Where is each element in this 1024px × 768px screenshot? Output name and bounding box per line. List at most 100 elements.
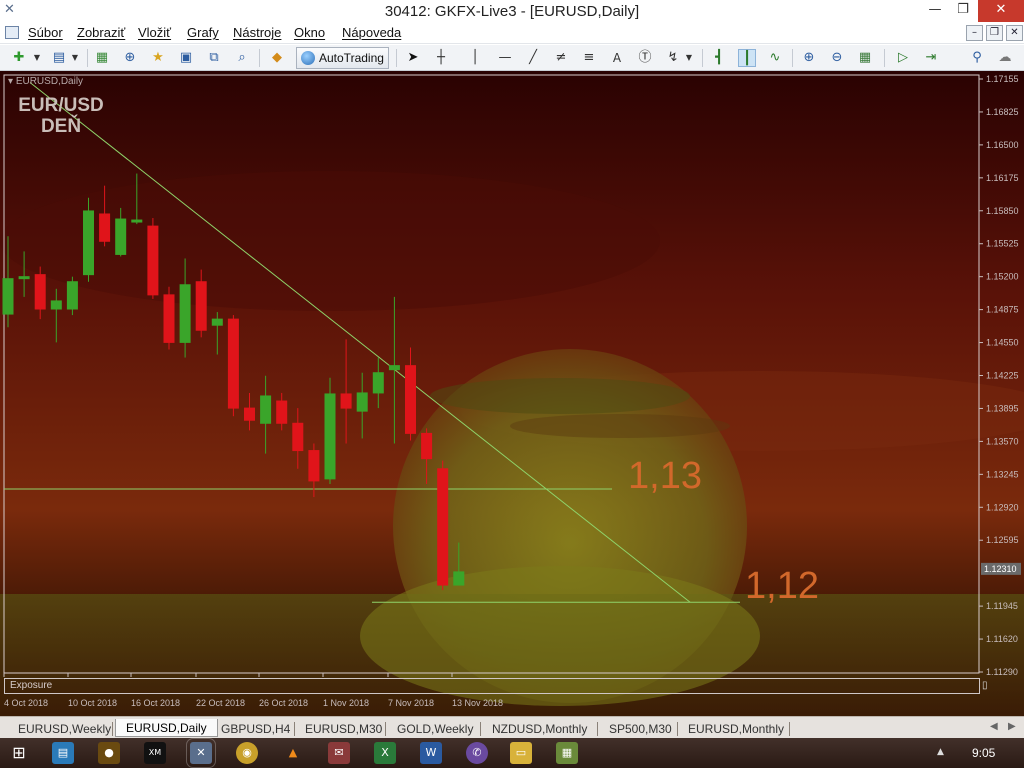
menu-zobrazit[interactable]: Zobraziť (77, 25, 125, 40)
candle (388, 296, 400, 444)
candle-body (179, 284, 191, 343)
store-icon[interactable]: ▤ (52, 742, 74, 764)
tester-search-icon[interactable]: ⌕ (233, 49, 251, 67)
data-window-icon[interactable]: ⊕ (121, 49, 139, 67)
app-icon-2[interactable]: ● (98, 742, 120, 764)
document-icon[interactable] (5, 26, 19, 39)
candle-body (292, 422, 304, 452)
candle-body (211, 318, 223, 326)
mdi-close-button[interactable]: ✕ (1006, 25, 1023, 41)
menu-napoveda[interactable]: Nápoveda (342, 25, 401, 40)
chart-symbol-text: EURUSD,Daily (15, 76, 84, 87)
metatrader-icon[interactable]: ✕ (186, 738, 216, 768)
channel-icon[interactable]: ≠ (552, 49, 570, 67)
tab-nzdusd-monthly[interactable]: NZDUSD,Monthly (492, 720, 587, 738)
chart-tabs: EURUSD,Weekly EURUSD,Daily GBPUSD,H4 EUR… (0, 716, 1024, 738)
profiles-dropdown-icon[interactable]: ▼ (66, 49, 84, 67)
taskbar-clock[interactable]: 9:05 (972, 746, 995, 760)
market-watch-icon[interactable]: ▦ (93, 49, 111, 67)
start-button[interactable]: ⊞ (8, 742, 30, 764)
chart-window[interactable]: 1.17155 1.16825 1.16500 1.16175 1.15850 1.155… (0, 71, 1024, 716)
app-icon-7[interactable]: ✉ (328, 742, 350, 764)
tab-eurusd-monthly[interactable]: EURUSD,Monthly (688, 720, 784, 738)
cursor-icon[interactable]: ➤ (404, 49, 422, 67)
autotrading-button[interactable]: AutoTrading (296, 47, 389, 69)
time-axis-label: 26 Oct 2018 (259, 698, 308, 708)
autoscroll-icon[interactable]: ▷ (894, 49, 912, 67)
tab-gbpusd-h4[interactable]: GBPUSD,H4 (221, 720, 290, 738)
candle-body (227, 318, 239, 409)
tray-expand-icon[interactable]: ▲ (937, 747, 944, 757)
time-axis-label: 13 Nov 2018 (452, 698, 503, 708)
tab-gold-weekly[interactable]: GOLD,Weekly (397, 720, 473, 738)
mdi-minimize-button[interactable]: – (966, 25, 983, 41)
price-chart[interactable]: 1.17155 1.16825 1.16500 1.16175 1.15850 1.155… (0, 71, 1024, 716)
candle (179, 258, 191, 358)
mdi-restore-button[interactable]: ❐ (986, 25, 1003, 41)
text-icon[interactable]: A (608, 49, 626, 67)
crosshair-tool-icon[interactable]: ┼ (432, 49, 450, 67)
zoom-in-icon[interactable]: ⊕ (800, 49, 818, 67)
tab-eurusd-m30[interactable]: EURUSD,M30 (305, 720, 382, 738)
chart-shift-icon[interactable]: ⇥ (922, 49, 940, 67)
vertical-line-icon[interactable]: │ (466, 49, 484, 67)
candle (405, 347, 416, 441)
candle-body (356, 392, 368, 412)
new-chart-icon[interactable]: ✚ (10, 49, 28, 67)
minimize-button[interactable]: — (920, 0, 950, 22)
menu-vlozit[interactable]: Vložiť (138, 25, 171, 40)
search-icon[interactable]: ⚲ (968, 49, 986, 67)
horizontal-lines (4, 488, 740, 603)
tile-windows-icon[interactable]: ▦ (856, 49, 874, 67)
tab-separator (597, 722, 598, 736)
tab-sp500-m30[interactable]: SP500,M30 (609, 720, 672, 738)
trendline (29, 82, 691, 603)
tab-eurusd-weekly[interactable]: EURUSD,Weekly (18, 720, 111, 738)
candle-body (276, 400, 288, 424)
menu-subor[interactable]: Súbor (28, 25, 63, 40)
excel-icon[interactable]: X (374, 742, 396, 764)
text-label-icon[interactable]: Ⓣ (636, 49, 654, 67)
price-axis-label: 1.16500 (986, 140, 1019, 150)
zoom-out-icon[interactable]: ⊖ (828, 49, 846, 67)
eraser-icon[interactable]: ◆ (268, 49, 286, 67)
candle-body (83, 210, 94, 276)
app-icon-12[interactable]: ▦ (556, 742, 578, 764)
explorer-icon[interactable]: ▭ (510, 742, 532, 764)
line-chart-icon[interactable]: ∿ (766, 49, 784, 67)
tab-separator (480, 722, 481, 736)
terminal-icon[interactable]: ▣ (177, 49, 195, 67)
price-axis-label: 1.13895 (986, 403, 1019, 413)
new-chart-dropdown-icon[interactable]: ▼ (28, 49, 46, 67)
candlestick-icon[interactable]: ┃ (738, 49, 756, 67)
word-icon[interactable]: W (420, 742, 442, 764)
chat-icon[interactable]: ☁ (996, 49, 1014, 67)
toolbar: ✚ ▼ ▤ ▼ ▦ ⊕ ★ ▣ ⧉ ⌕ ◆ AutoTrading ➤ ┼ │ … (0, 45, 1024, 71)
strategy-tester-icon[interactable]: ⧉ (205, 49, 223, 67)
menu-nastroje[interactable]: Nástroje (233, 25, 281, 40)
navigator-icon[interactable]: ★ (149, 49, 167, 67)
tabs-scroll-left-icon[interactable]: ◀ (990, 721, 998, 732)
candle (453, 542, 465, 586)
vlc-icon[interactable]: ▲ (282, 742, 304, 764)
price-axis-label: 1.12595 (986, 535, 1019, 545)
xm-icon[interactable]: XM (144, 742, 166, 764)
candle-body (421, 432, 433, 460)
autotrading-label: AutoTrading (319, 51, 384, 65)
tabs-scroll-right-icon[interactable]: ▶ (1008, 721, 1016, 732)
bar-chart-icon[interactable]: ┫ (710, 49, 728, 67)
arrows-dropdown-icon[interactable]: ▼ (680, 49, 698, 67)
tab-eurusd-daily[interactable]: EURUSD,Daily (115, 719, 218, 737)
chrome-icon[interactable]: ◉ (236, 742, 258, 764)
viber-icon[interactable]: ✆ (466, 742, 488, 764)
close-button[interactable]: ✕ (978, 0, 1024, 22)
menu-okno[interactable]: Okno (294, 25, 325, 40)
horizontal-line-icon[interactable]: — (496, 49, 514, 67)
trendline-icon[interactable]: ╱ (524, 49, 542, 67)
tab-separator (385, 722, 386, 736)
restore-button[interactable]: ❐ (948, 0, 978, 22)
fibonacci-icon[interactable]: ≡ (580, 49, 598, 67)
menu-grafy[interactable]: Grafy (187, 25, 219, 40)
candle (18, 251, 30, 297)
exposure-indicator-panel[interactable]: Exposure (4, 678, 980, 694)
